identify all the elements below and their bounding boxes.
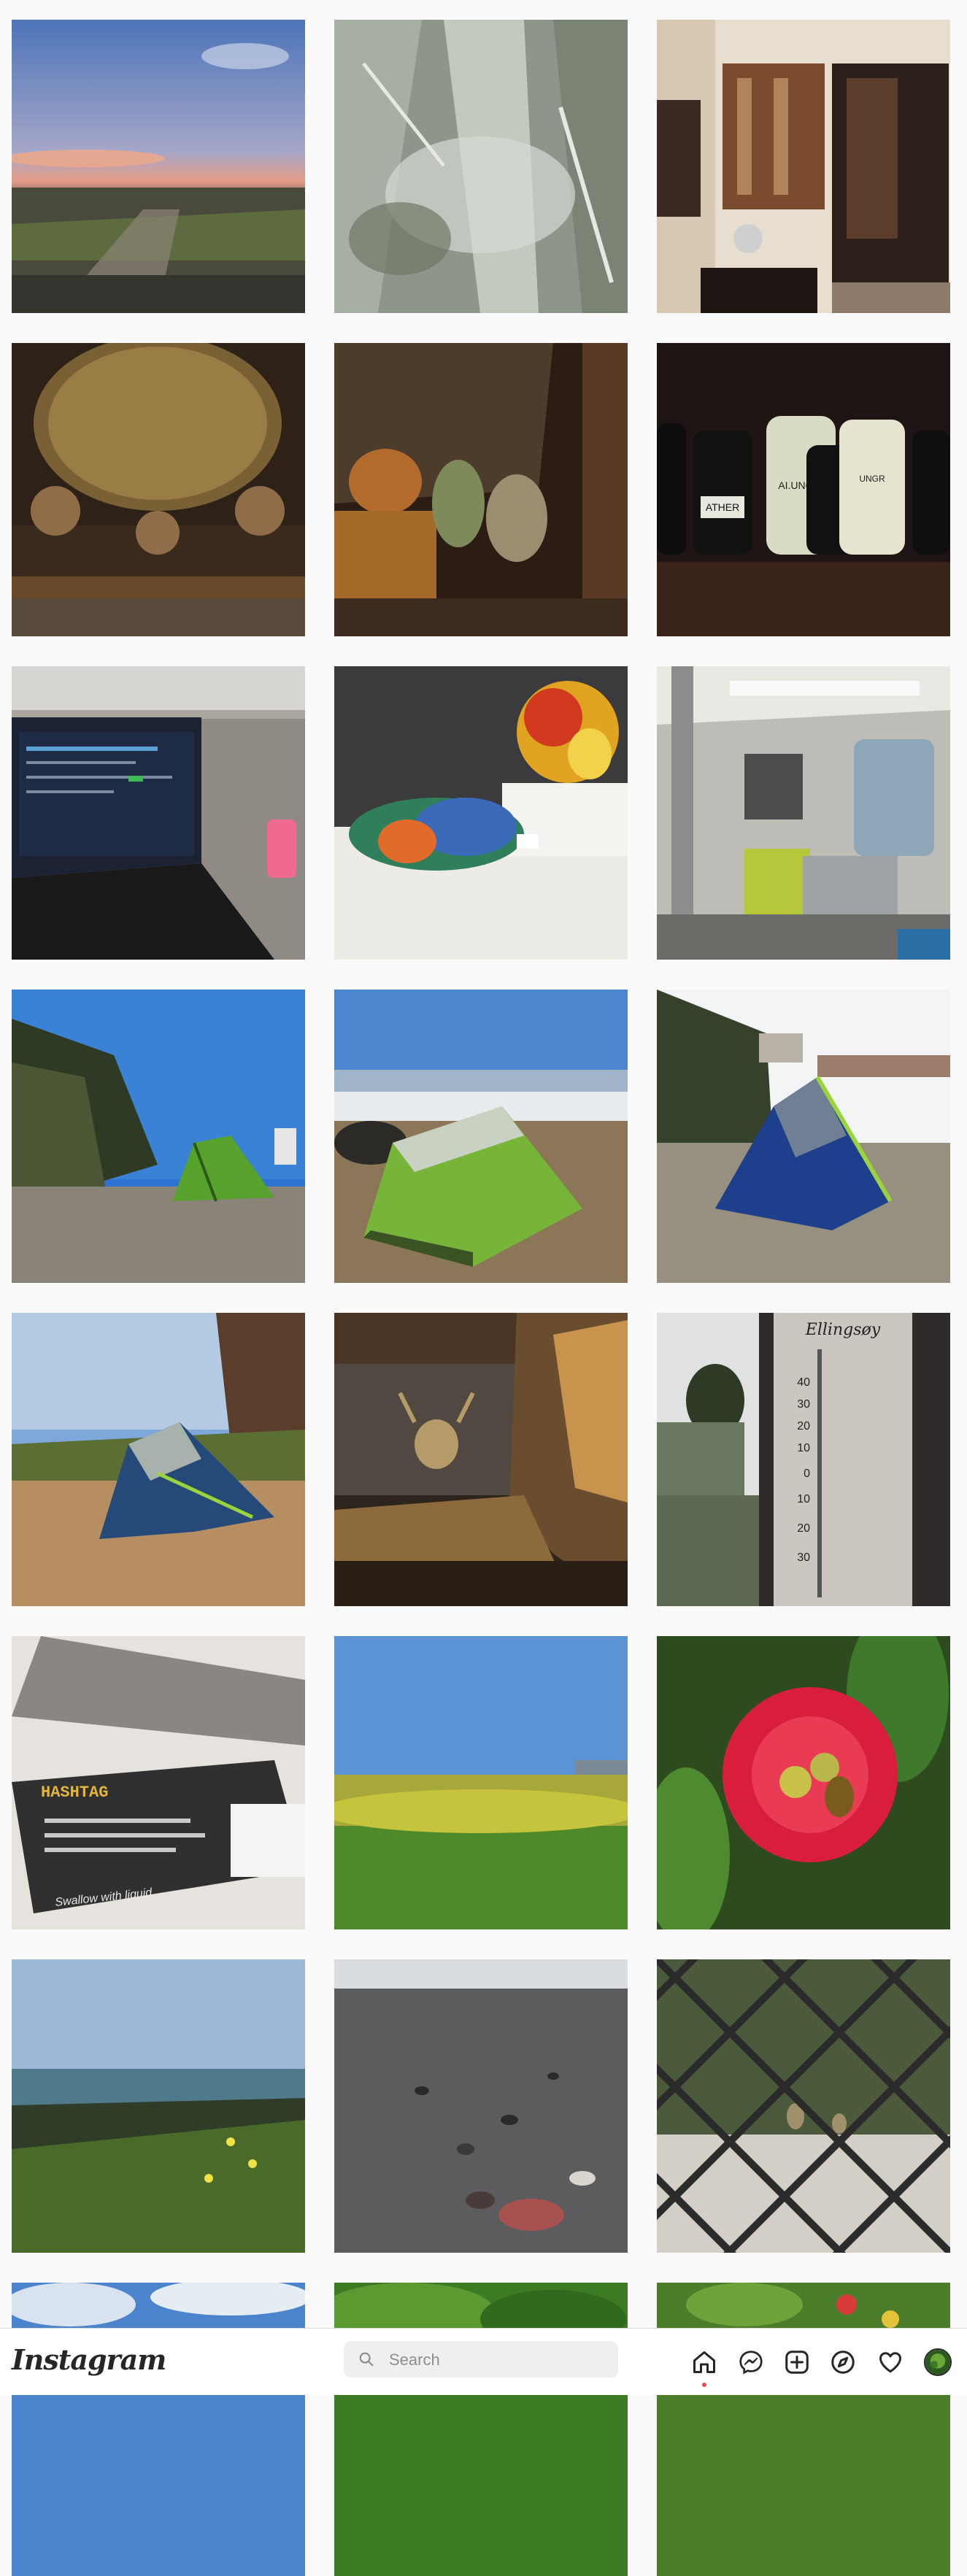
jar-label-ungr: UNGR [859,474,885,484]
post-sunset-field[interactable] [12,20,305,313]
svg-text:30: 30 [797,1551,810,1564]
post-glass-sculptures[interactable] [334,666,628,960]
post-yellow-field[interactable] [334,1636,628,1929]
post-beach-pebbles[interactable] [334,1959,628,2253]
post-coastal-cliff[interactable] [12,1959,305,2253]
messenger-icon[interactable] [738,2349,764,2375]
svg-text:20: 20 [797,1522,810,1535]
post-copper-pot-figurines[interactable] [334,343,628,636]
post-green-tent-beach[interactable] [334,990,628,1283]
svg-text:0: 0 [804,1468,810,1480]
explore-icon[interactable] [830,2349,856,2375]
post-blue-tent-sand[interactable] [12,1313,305,1606]
bottom-nav-bar: Instagram [0,2328,967,2395]
search-input[interactable] [388,2341,609,2379]
thermometer-brand: Ellingsøy [805,1321,881,1339]
post-deer-fence[interactable] [657,1959,950,2253]
new-post-icon[interactable] [784,2349,810,2375]
svg-text:10: 10 [797,1442,810,1454]
home-notification-dot [702,2383,706,2387]
svg-text:10: 10 [797,1493,810,1505]
profile-avatar[interactable] [924,2348,952,2376]
post-apothecary-jars[interactable]: ATHER AI.UNGIA UNGR [657,343,950,636]
jar-label-ather: ATHER [706,501,739,513]
svg-text:30: 30 [797,1398,810,1411]
post-thermometer[interactable]: Ellingsøy 40 30 20 10 0 10 20 30 [657,1313,950,1606]
search-box[interactable] [344,2341,618,2379]
home-icon[interactable] [691,2349,717,2375]
post-gong-lion-statues[interactable] [12,343,305,636]
search-icon [359,2352,374,2367]
post-frosted-grass[interactable] [334,20,628,313]
post-blue-tent-field[interactable] [657,990,950,1283]
post-train-interior[interactable] [657,666,950,960]
instagram-logo[interactable]: Instagram [12,2343,166,2376]
post-home-hallway[interactable] [657,20,950,313]
post-pohutukawa-bee[interactable] [657,1636,950,1929]
post-laptop-garage[interactable] [12,666,305,960]
post-deer-head-chair[interactable] [334,1313,628,1606]
post-hashtag-tin[interactable]: HASHTAG Swallow with liquid [12,1636,305,1929]
svg-text:20: 20 [797,1420,810,1432]
svg-text:40: 40 [797,1376,810,1389]
photo-grid: ATHER AI.UNGIA UNGR Ellingsøy 40 30 20 1… [0,0,967,2576]
post-green-foliage[interactable] [334,2283,628,2576]
activity-heart-icon[interactable] [877,2349,904,2375]
post-plants-flowers[interactable] [657,2283,950,2576]
post-green-tent-bushes[interactable] [12,990,305,1283]
tin-brand: HASHTAG [41,1783,108,1802]
post-sky-clouds[interactable] [12,2283,305,2576]
